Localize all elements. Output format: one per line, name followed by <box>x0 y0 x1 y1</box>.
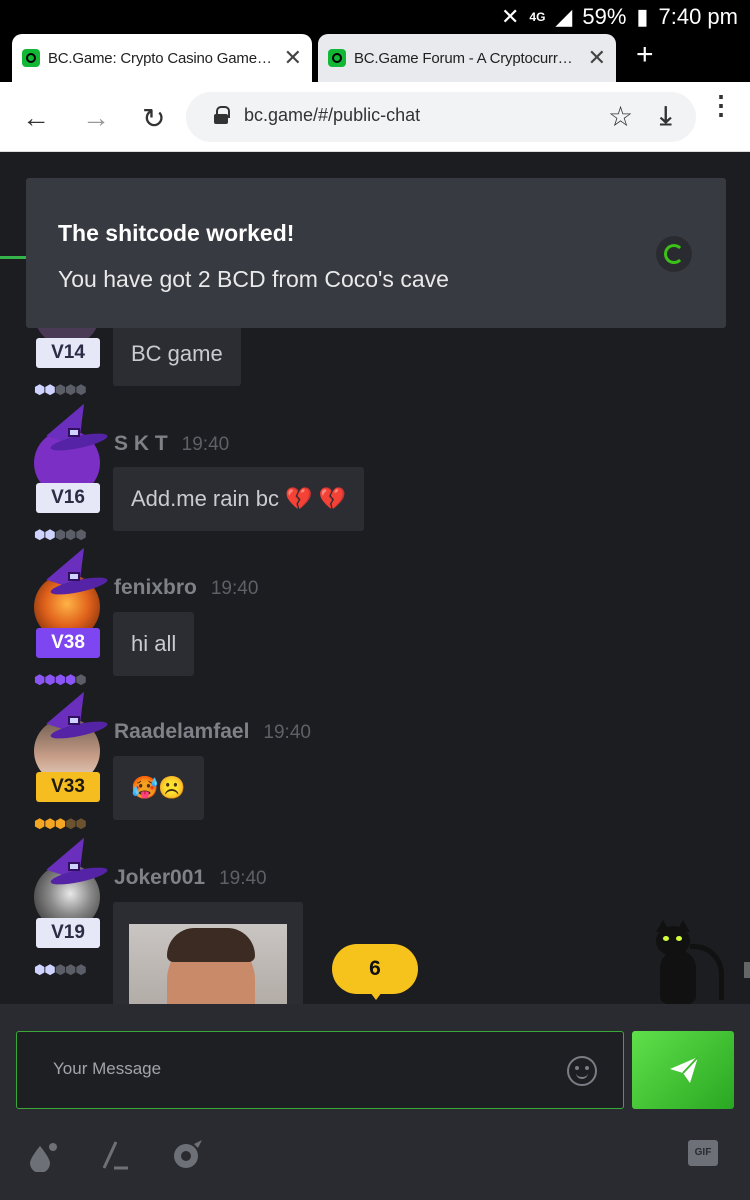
bc-game-favicon-icon <box>22 49 40 67</box>
unread-count-badge[interactable]: 6 <box>332 944 418 1000</box>
message-bubble: 🥵☹️ <box>113 756 204 820</box>
vip-level-badge: V19 <box>36 918 100 948</box>
gif-button[interactable]: GIF <box>688 1140 718 1166</box>
shared-photo[interactable] <box>129 924 287 1004</box>
notification-toast[interactable]: The shitcode worked! You have got 2 BCD … <box>26 178 726 328</box>
signal-icon: ◢ <box>555 4 573 29</box>
message-bubble: BC game <box>113 322 241 386</box>
new-tab-plus-icon[interactable]: + <box>636 38 654 72</box>
vip-level-badge: V16 <box>36 483 100 513</box>
back-arrow-icon[interactable]: ← <box>22 102 50 134</box>
message-bubble: Add.me rain bc 💔 💔 <box>113 467 364 531</box>
message-composer: Your Message GIF <box>0 1004 750 1200</box>
browser-toolbar: ← → ↻ bc.game/#/public-chat ☆ ⤓ ⋮ <box>0 82 750 152</box>
rain-drop-icon[interactable] <box>26 1138 60 1173</box>
network-label: 4G <box>529 10 546 24</box>
message-time: 19:40 <box>263 722 311 743</box>
forward-arrow-icon[interactable]: → <box>82 102 110 134</box>
tab-title: BC.Game: Crypto Casino Games & <box>48 49 276 67</box>
vip-star-rating: ⬢⬢⬢⬢⬢ <box>34 962 87 977</box>
vip-level-badge: V14 <box>36 338 100 368</box>
send-arrow-icon <box>670 1056 699 1083</box>
reload-icon[interactable]: ↻ <box>142 102 165 135</box>
username[interactable]: Joker001 19:40 <box>114 866 267 890</box>
send-button[interactable] <box>632 1031 734 1109</box>
loading-spinner-icon <box>656 236 692 272</box>
bookmark-star-icon[interactable]: ☆ <box>608 100 633 133</box>
vip-level-badge: V38 <box>36 628 100 658</box>
close-tab-icon[interactable]: ✕ <box>588 45 606 71</box>
tab-bc-game-casino[interactable]: BC.Game: Crypto Casino Games & ✕ <box>12 34 312 82</box>
emoji-picker-icon[interactable] <box>567 1056 597 1086</box>
black-cat-decoration-icon <box>650 920 730 1004</box>
message-bubble: hi all <box>113 612 195 676</box>
close-tab-icon[interactable]: ✕ <box>284 45 302 71</box>
message-placeholder: Your Message <box>53 1059 162 1078</box>
clock: 7:40 pm <box>658 4 739 29</box>
message-time: 19:40 <box>210 578 259 599</box>
battery-icon: ▮ <box>636 4 649 29</box>
username[interactable]: Raadelamfael 19:40 <box>114 720 311 744</box>
url-text: bc.game/#/public-chat <box>244 105 421 125</box>
address-bar[interactable]: bc.game/#/public-chat ☆ ⤓ <box>186 92 696 142</box>
broken-heart-emoji: 💔 💔 <box>285 486 346 511</box>
command-slash-icon[interactable] <box>100 1138 134 1172</box>
scrollbar[interactable] <box>744 962 750 978</box>
message-time: 19:40 <box>181 434 230 455</box>
android-status-bar: ✕ 4G ◢ 59% ▮ 7:40 pm <box>0 0 750 34</box>
image-message-bubble[interactable] <box>113 902 303 1004</box>
toast-message: You have got 2 BCD from Coco's cave <box>58 266 449 292</box>
message-input[interactable]: Your Message <box>16 1031 624 1109</box>
download-icon[interactable]: ⤓ <box>660 100 672 132</box>
toast-title: The shitcode worked! <box>58 220 295 246</box>
username[interactable]: fenixbro 19:40 <box>114 576 258 600</box>
battery-level: 59% <box>582 4 627 29</box>
public-chat-feed: The shitcode worked! You have got 2 BCD … <box>0 152 750 1004</box>
username[interactable]: S K T 19:40 <box>114 432 229 456</box>
vip-level-badge: V33 <box>36 772 100 802</box>
overflow-menu-icon[interactable]: ⋮ <box>708 92 734 118</box>
mute-icon: ✕ <box>500 4 520 29</box>
message-time: 19:40 <box>219 868 267 889</box>
bc-game-favicon-icon <box>328 49 346 67</box>
tab-bc-game-forum[interactable]: BC.Game Forum - A Cryptocurrenc ✕ <box>318 34 616 82</box>
active-tab-indicator <box>0 256 26 259</box>
tab-title: BC.Game Forum - A Cryptocurrenc <box>354 49 580 67</box>
lock-icon <box>214 106 230 124</box>
coin-rocket-icon[interactable] <box>170 1138 204 1172</box>
message-text: Add.me rain bc <box>131 486 279 511</box>
